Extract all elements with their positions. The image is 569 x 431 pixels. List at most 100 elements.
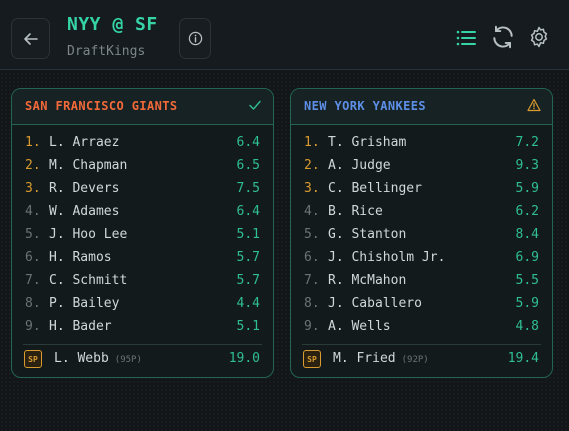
player-name: W. Adames xyxy=(49,204,120,219)
player-value: 6.2 xyxy=(515,204,539,219)
list-view-button[interactable] xyxy=(454,26,478,50)
batting-order: 4. xyxy=(25,204,41,219)
player-value: 5.7 xyxy=(236,273,260,288)
lineup-row: 3. R. Devers 7.5 xyxy=(12,177,273,200)
pitcher-name: L. Webb xyxy=(54,351,109,366)
lineup-row: 5. G. Stanton 8.4 xyxy=(291,223,552,246)
player-name: L. Arraez xyxy=(49,135,120,150)
player-name: C. Schmitt xyxy=(49,273,128,288)
pitcher-value: 19.0 xyxy=(228,351,260,366)
pitcher-value: 19.4 xyxy=(507,351,539,366)
lineup-row: 2. A. Judge 9.3 xyxy=(291,154,552,177)
pitcher-name: M. Fried xyxy=(333,351,396,366)
batting-order: 4. xyxy=(304,204,320,219)
player-value: 5.1 xyxy=(236,319,260,334)
lineup-row: 2. M. Chapman 6.5 xyxy=(12,154,273,177)
pitch-count: (95P) xyxy=(114,355,142,365)
player-value: 5.9 xyxy=(515,181,539,196)
batting-order: 7. xyxy=(25,273,41,288)
starting-pitcher-row: SP L. Webb (95P) 19.0 xyxy=(12,350,273,372)
player-value: 5.7 xyxy=(236,250,260,265)
lineup-row: 7. C. Schmitt 5.7 xyxy=(12,269,273,292)
lineup-row: 9. A. Wells 4.8 xyxy=(291,315,552,338)
player-name: A. Wells xyxy=(328,319,391,334)
lineup-row: 6. J. Chisholm Jr. 6.9 xyxy=(291,246,552,269)
info-button[interactable] xyxy=(179,18,211,59)
player-name: T. Grisham xyxy=(328,135,407,150)
player-value: 6.4 xyxy=(236,204,260,219)
app-header: NYY @ SF DraftKings xyxy=(0,0,569,70)
player-value: 7.5 xyxy=(236,181,260,196)
lineup-row: 8. J. Caballero 5.9 xyxy=(291,292,552,315)
player-name: P. Bailey xyxy=(49,296,120,311)
team-card-header: SAN FRANCISCO GIANTS xyxy=(12,89,273,125)
batting-order: 7. xyxy=(304,273,320,288)
team-name: NEW YORK YANKEES xyxy=(304,99,426,113)
player-value: 4.8 xyxy=(515,319,539,334)
pitcher-name-line: L. Webb (95P) xyxy=(54,350,142,369)
team-card-nyy: NEW YORK YANKEES 1. T. Grisham 7.2 2. A. Ju… xyxy=(290,88,553,378)
arrow-left-icon xyxy=(23,32,38,45)
batting-order: 1. xyxy=(304,135,320,150)
player-value: 5.5 xyxy=(515,273,539,288)
player-name: G. Stanton xyxy=(328,227,407,242)
player-value: 6.4 xyxy=(236,135,260,150)
player-name: A. Judge xyxy=(328,158,391,173)
lineup-row: 9. H. Bader 5.1 xyxy=(12,315,273,338)
sp-badge: SP xyxy=(303,350,321,368)
check-icon xyxy=(249,100,261,110)
batting-order: 2. xyxy=(304,158,320,173)
divider xyxy=(302,344,541,345)
lineup-row: 7. R. McMahon 5.5 xyxy=(291,269,552,292)
info-icon xyxy=(188,31,202,46)
lineup-row: 3. C. Bellinger 5.9 xyxy=(291,177,552,200)
player-value: 6.5 xyxy=(236,158,260,173)
refresh-icon xyxy=(493,25,513,49)
team-name: SAN FRANCISCO GIANTS xyxy=(25,99,178,113)
batting-order: 8. xyxy=(25,296,41,311)
batting-order: 6. xyxy=(304,250,320,265)
lineup-row: 4. W. Adames 6.4 xyxy=(12,200,273,223)
matchup-title: NYY @ SF xyxy=(67,14,158,35)
sportsbook-subtitle: DraftKings xyxy=(67,44,146,59)
player-name: H. Bader xyxy=(49,319,112,334)
batting-order: 8. xyxy=(304,296,320,311)
player-name: R. McMahon xyxy=(328,273,407,288)
player-name: J. Caballero xyxy=(328,296,422,311)
player-name: M. Chapman xyxy=(49,158,128,173)
gear-icon xyxy=(530,26,548,48)
pitch-count: (92P) xyxy=(401,355,429,365)
lineup-row: 1. T. Grisham 7.2 xyxy=(291,131,552,154)
batting-order: 9. xyxy=(25,319,41,334)
batting-order: 9. xyxy=(304,319,320,334)
player-value: 9.3 xyxy=(515,158,539,173)
lineup-row: 1. L. Arraez 6.4 xyxy=(12,131,273,154)
pitcher-name-line: M. Fried (92P) xyxy=(333,350,429,369)
lineup-row: 6. H. Ramos 5.7 xyxy=(12,246,273,269)
back-button[interactable] xyxy=(11,18,50,59)
player-name: H. Ramos xyxy=(49,250,112,265)
player-name: C. Bellinger xyxy=(328,181,422,196)
player-name: B. Rice xyxy=(328,204,383,219)
team-card-sf: SAN FRANCISCO GIANTS 1. L. Arraez 6.4 2. M.… xyxy=(11,88,274,378)
player-value: 6.9 xyxy=(515,250,539,265)
warning-icon xyxy=(527,98,541,112)
lineup-list: 1. L. Arraez 6.4 2. M. Chapman 6.5 3. R. Deve… xyxy=(12,131,273,338)
lineup-row: 8. P. Bailey 4.4 xyxy=(12,292,273,315)
player-value: 7.2 xyxy=(515,135,539,150)
lineup-list: 1. T. Grisham 7.2 2. A. Judge 9.3 3. C. Belli… xyxy=(291,131,552,338)
batting-order: 5. xyxy=(25,227,41,242)
settings-button[interactable] xyxy=(525,23,553,51)
batting-order: 2. xyxy=(25,158,41,173)
refresh-button[interactable] xyxy=(489,22,517,52)
list-icon xyxy=(456,30,476,46)
divider xyxy=(23,344,262,345)
player-value: 4.4 xyxy=(236,296,260,311)
player-name: J. Hoo Lee xyxy=(49,227,128,242)
batting-order: 3. xyxy=(25,181,41,196)
player-name: R. Devers xyxy=(49,181,120,196)
team-card-header: NEW YORK YANKEES xyxy=(291,89,552,125)
lineup-row: 4. B. Rice 6.2 xyxy=(291,200,552,223)
batting-order: 5. xyxy=(304,227,320,242)
batting-order: 6. xyxy=(25,250,41,265)
